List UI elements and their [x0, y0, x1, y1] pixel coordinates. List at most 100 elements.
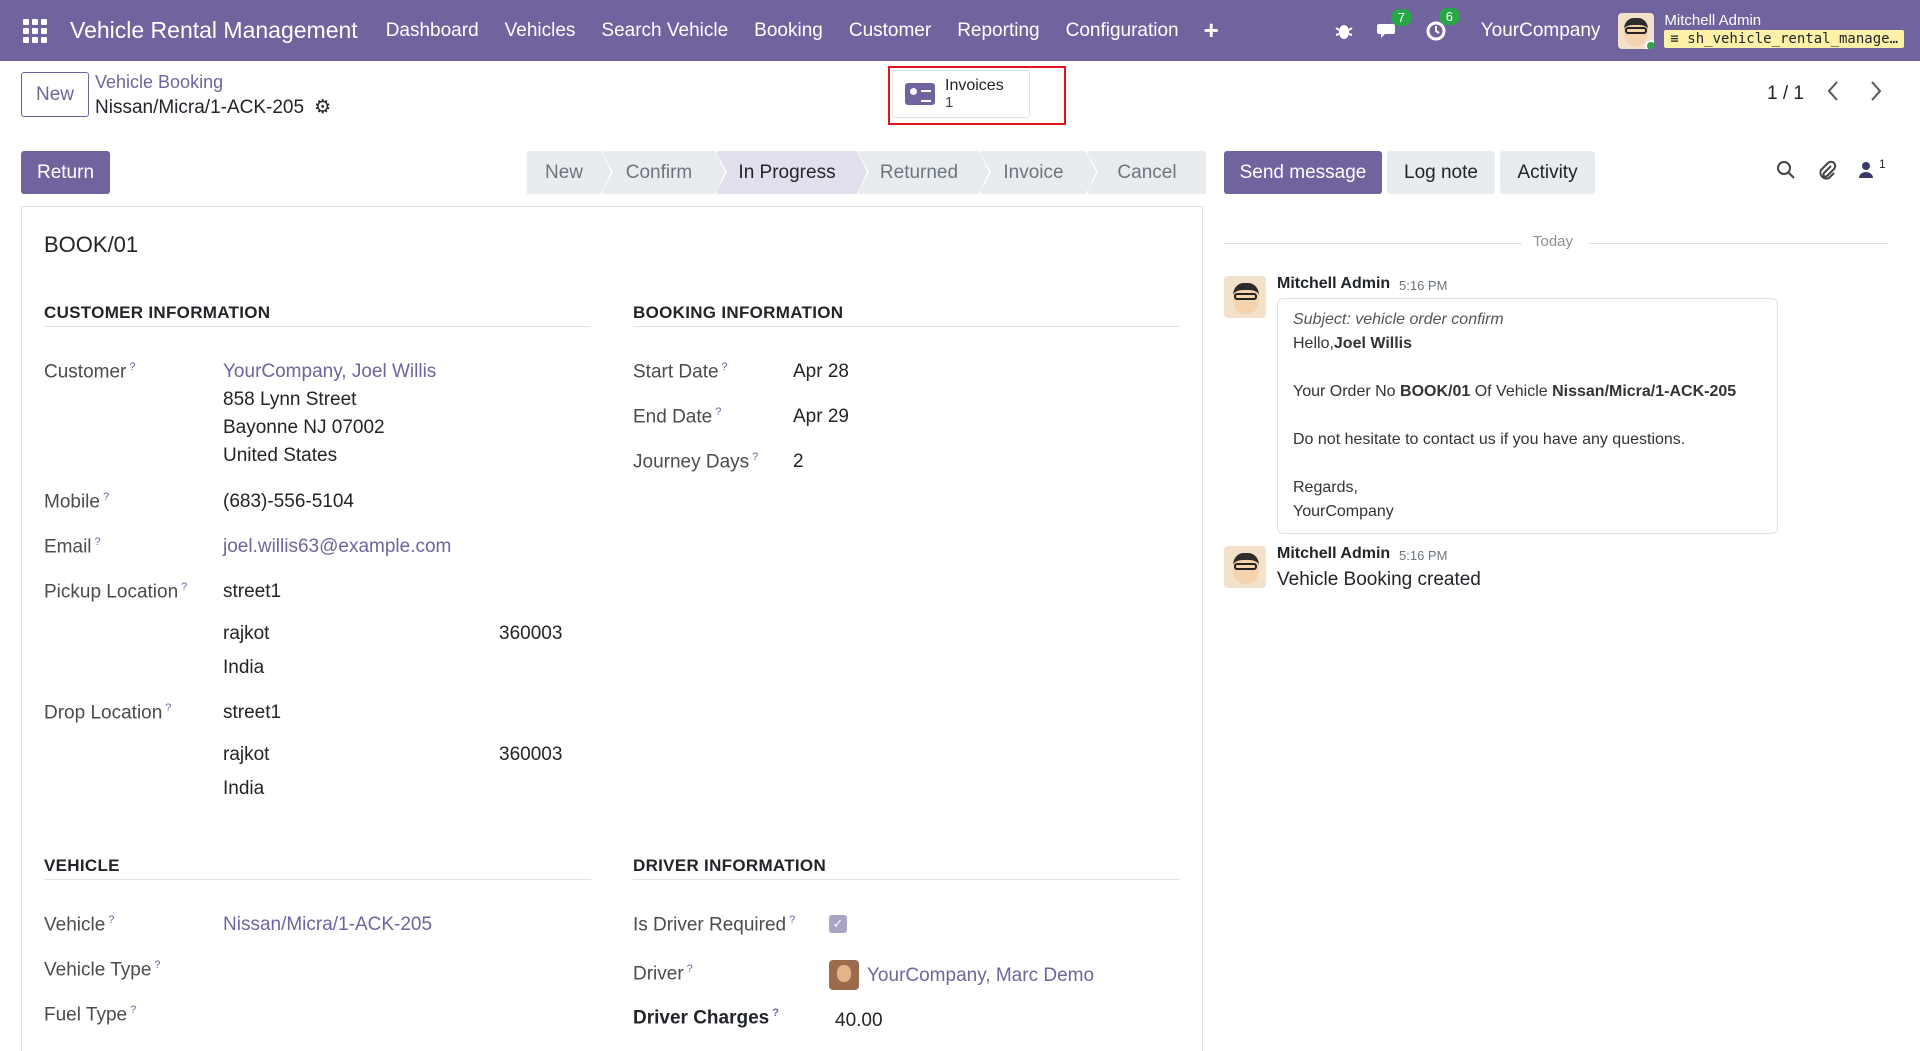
driver-required-label: Is Driver Required? — [633, 914, 796, 936]
vehicle-section-divider — [44, 879, 591, 880]
user-avatar[interactable] — [1618, 12, 1655, 49]
help-icon: ? — [752, 451, 759, 463]
vehicle-type-label: Vehicle Type? — [44, 959, 161, 981]
app-title[interactable]: Vehicle Rental Management — [70, 17, 358, 44]
driver-charges-field[interactable]: 40.00 — [835, 1010, 883, 1032]
pickup-country[interactable]: India — [223, 657, 264, 679]
drop-city[interactable]: rajkot — [223, 744, 269, 766]
mobile-label: Mobile? — [44, 491, 110, 513]
date-separator-line — [1588, 243, 1888, 244]
journey-days-field[interactable]: 2 — [793, 451, 804, 473]
messages-count-badge: 7 — [1390, 8, 1412, 26]
messages-icon[interactable]: 7 — [1376, 8, 1412, 41]
invoices-count: 1 — [945, 93, 954, 111]
stage-new[interactable]: New — [527, 151, 613, 194]
log-note-button[interactable]: Log note — [1387, 151, 1495, 194]
invoice-card-icon — [905, 83, 935, 105]
online-status-icon — [1645, 39, 1655, 49]
message-regards: Regards, — [1293, 479, 1358, 496]
mobile-field[interactable]: (683)-556-5104 — [223, 491, 354, 513]
message-time: 5:16 PM — [1399, 278, 1448, 293]
help-icon: ? — [102, 491, 110, 503]
vehicle-link[interactable]: Nissan/Micra/1-ACK-205 — [223, 914, 432, 936]
pager-next-icon[interactable] — [1869, 80, 1883, 108]
booking-section-title: BOOKING INFORMATION — [633, 303, 844, 322]
message-author[interactable]: Mitchell Admin — [1277, 275, 1390, 293]
stage-confirm[interactable]: Confirm — [603, 151, 727, 194]
start-date-label: Start Date? — [633, 361, 728, 383]
pickup-city[interactable]: rajkot — [223, 623, 269, 645]
message-author-avatar[interactable] — [1224, 546, 1266, 588]
menu-reporting[interactable]: Reporting — [944, 20, 1052, 42]
customer-address-line1: 858 Lynn Street — [223, 389, 357, 410]
email-link[interactable]: joel.willis63@example.com — [223, 536, 451, 558]
vehicle-label: Vehicle? — [44, 914, 115, 936]
message-signature: YourCompany — [1293, 503, 1394, 520]
driver-section-divider — [633, 879, 1180, 880]
message-greeting: Hello,Joel Willis — [1293, 335, 1413, 352]
add-menu-icon[interactable]: + — [1192, 15, 1231, 46]
customer-address-line3: United States — [223, 445, 338, 466]
menu-vehicles[interactable]: Vehicles — [492, 20, 589, 42]
driver-section-title: DRIVER INFORMATION — [633, 856, 827, 875]
stage-invoice[interactable]: Invoice — [981, 151, 1098, 194]
menu-search-vehicle[interactable]: Search Vehicle — [588, 20, 741, 42]
date-separator-line — [1224, 243, 1522, 244]
debug-bug-icon[interactable] — [1335, 21, 1353, 41]
driver-charges-label: Driver Charges? — [633, 1007, 779, 1029]
message-bubble — [1277, 298, 1778, 534]
top-navbar: Vehicle Rental Management Dashboard Vehi… — [0, 0, 1920, 61]
paperclip-icon[interactable] — [1817, 160, 1837, 188]
pager-value[interactable]: 1 / 1 — [1767, 83, 1804, 105]
stage-cancel[interactable]: Cancel — [1088, 151, 1206, 194]
driver-required-checkbox[interactable]: ✓ — [829, 915, 847, 933]
message-author[interactable]: Mitchell Admin — [1277, 545, 1390, 563]
message-author-avatar[interactable] — [1224, 276, 1266, 318]
followers-count: 1 — [1879, 157, 1886, 171]
breadcrumb-vehicle-booking[interactable]: Vehicle Booking — [95, 72, 223, 93]
drop-street[interactable]: street1 — [223, 702, 281, 724]
stage-in-progress[interactable]: In Progress — [717, 151, 869, 194]
status-bar: New Confirm In Progress Returned Invoice… — [527, 151, 1208, 194]
fuel-type-label: Fuel Type? — [44, 1004, 137, 1026]
help-icon: ? — [129, 361, 136, 373]
driver-label: Driver? — [633, 963, 693, 985]
stage-returned[interactable]: Returned — [859, 151, 991, 194]
drop-location-label: Drop Location? — [44, 702, 172, 724]
email-label: Email? — [44, 536, 101, 558]
message-subject: Subject: vehicle order confirm — [1293, 311, 1504, 328]
help-icon: ? — [94, 536, 101, 548]
activities-clock-icon[interactable]: 6 — [1425, 7, 1460, 42]
apps-menu-icon[interactable] — [0, 0, 70, 61]
company-switcher[interactable]: YourCompany — [1481, 20, 1601, 42]
user-menu[interactable]: Mitchell Admin ≡ sh_vehicle_rental_manag… — [1664, 13, 1904, 48]
menu-customer[interactable]: Customer — [836, 20, 944, 42]
help-icon: ? — [165, 702, 172, 714]
driver-link[interactable]: YourCompany, Marc Demo — [867, 965, 1094, 987]
menu-configuration[interactable]: Configuration — [1053, 20, 1192, 42]
invoices-smart-button[interactable]: Invoices 1 — [892, 70, 1030, 118]
pickup-zip[interactable]: 360003 — [499, 623, 562, 645]
help-icon: ? — [772, 1007, 779, 1019]
customer-address-line2: Bayonne NJ 07002 — [223, 417, 385, 438]
journey-days-label: Journey Days? — [633, 451, 759, 473]
search-icon[interactable] — [1776, 160, 1796, 186]
pager-prev-icon[interactable] — [1826, 80, 1840, 108]
start-date-field[interactable]: Apr 28 — [793, 361, 849, 383]
drop-zip[interactable]: 360003 — [499, 744, 562, 766]
form-sheet — [21, 206, 1203, 1051]
return-button[interactable]: Return — [21, 151, 110, 194]
end-date-field[interactable]: Apr 29 — [793, 406, 849, 428]
customer-name-link[interactable]: YourCompany, Joel Willis — [223, 361, 436, 383]
menu-booking[interactable]: Booking — [741, 20, 836, 42]
new-button[interactable]: New — [21, 72, 89, 117]
menu-dashboard[interactable]: Dashboard — [373, 20, 492, 42]
pickup-street[interactable]: street1 — [223, 581, 281, 603]
drop-country[interactable]: India — [223, 778, 264, 800]
help-icon: ? — [789, 914, 796, 926]
activity-button[interactable]: Activity — [1500, 151, 1595, 194]
pickup-location-label: Pickup Location? — [44, 581, 188, 603]
gear-icon[interactable]: ⚙ — [314, 96, 331, 119]
send-message-button[interactable]: Send message — [1224, 151, 1382, 194]
followers-icon[interactable] — [1858, 160, 1874, 186]
